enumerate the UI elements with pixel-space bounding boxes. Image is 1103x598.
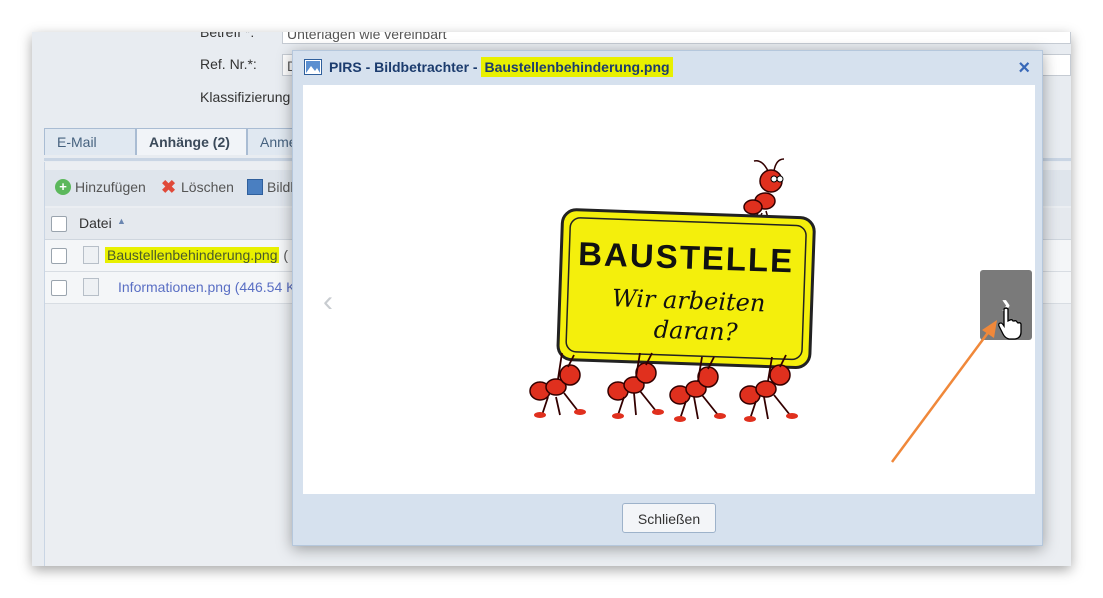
annotation-arrow bbox=[890, 320, 997, 463]
